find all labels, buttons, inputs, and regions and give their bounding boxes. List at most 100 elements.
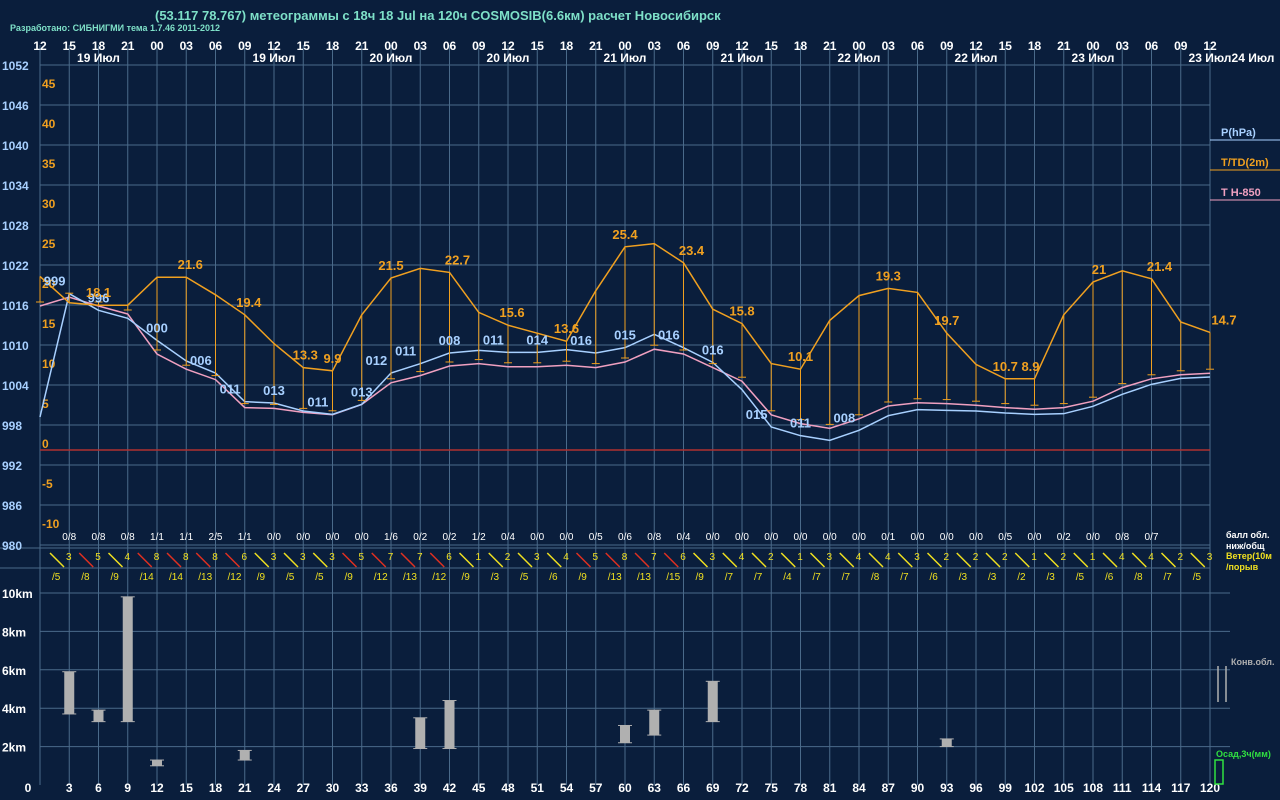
cloud-bar: [239, 750, 250, 761]
hour-tick-label: 03: [180, 39, 194, 53]
wind-gust-label: /5: [52, 572, 61, 583]
forecast-hour-label: 102: [1024, 781, 1044, 795]
hour-tick-label: 15: [999, 39, 1013, 53]
cloud-bar: [415, 717, 426, 749]
hour-tick-label: 15: [63, 39, 77, 53]
forecast-hour-label: 78: [794, 781, 808, 795]
pressure-value-label: 011: [790, 416, 811, 431]
cloud-cover-label: 0/2: [443, 532, 457, 543]
wind-mean-label: 2: [1178, 552, 1184, 563]
temperature-value-label: 21: [1092, 262, 1106, 277]
pressure-value-label: 011: [483, 332, 504, 347]
legend-clouds-line1: балл обл.: [1226, 530, 1270, 540]
hour-tick-label: 15: [765, 39, 779, 53]
temperature-value-label: 23.4: [679, 243, 705, 258]
wind-mean-label: 3: [271, 552, 277, 563]
temperature-value-label: 13.6: [554, 321, 579, 336]
cloud-cover-label: 0/0: [326, 532, 340, 543]
hour-tick-label: 06: [1145, 39, 1159, 53]
wind-mean-label: 4: [856, 552, 862, 563]
wind-arrow: [49, 552, 65, 568]
hour-tick-label: 03: [648, 39, 662, 53]
hour-tick-label: 06: [677, 39, 691, 53]
wind-arrow: [283, 552, 299, 568]
pressure-tick-label: 1010: [2, 339, 29, 353]
grid: [0, 45, 1280, 785]
forecast-hour-label: 24: [267, 781, 281, 795]
cloud-cover-label: 0/4: [501, 532, 515, 543]
cloud-bar: [707, 681, 718, 722]
cloud-cover-label: 0/0: [355, 532, 369, 543]
wind-gust-label: /5: [1193, 572, 1202, 583]
wind-arrow: [692, 552, 709, 568]
wind-arrow: [371, 552, 387, 568]
wind-mean-label: 8: [154, 552, 160, 563]
forecast-hour-label: 3: [66, 781, 73, 795]
temperature-tick-label: 15: [42, 317, 56, 331]
hour-tick-label: 21: [121, 39, 135, 53]
date-label: 22 Июл: [838, 51, 881, 65]
cloud-cover-label: 0/8: [92, 532, 106, 543]
wind-gust-label: /5: [315, 572, 324, 583]
cloud-cover-label: 0/4: [677, 532, 691, 543]
cloud-cover-label: 0/0: [823, 532, 837, 543]
wind-mean-label: 4: [1119, 552, 1125, 563]
hour-tick-label: 18: [560, 39, 574, 53]
wind-arrow: [1131, 552, 1147, 568]
wind-mean-label: 4: [739, 552, 745, 563]
legend-precip: Осад,3ч(мм): [1216, 749, 1271, 759]
wind-gust-label: /8: [81, 572, 90, 583]
height-tick-label: 2km: [2, 741, 26, 755]
cloud-bar: [64, 671, 75, 714]
forecast-hour-label: 39: [414, 781, 428, 795]
hour-tick-label: 09: [706, 39, 720, 53]
wind-arrow: [809, 552, 826, 568]
wind-gust-label: /3: [959, 572, 968, 583]
cloud-cover-label: 0/0: [969, 532, 983, 543]
date-label: 22 Июл: [955, 51, 998, 65]
wind-gust-label: /9: [579, 572, 588, 583]
forecast-hour-label: 90: [911, 781, 925, 795]
wind-arrow: [312, 552, 328, 568]
forecast-hour-label: 96: [969, 781, 983, 795]
hour-tick-label: 15: [531, 39, 545, 53]
forecast-hour-label: 9: [124, 781, 131, 795]
hour-tick-label: 03: [1116, 39, 1130, 53]
wind-gust-label: /8: [1134, 572, 1143, 583]
cloud-cover-label: 0/5: [998, 532, 1012, 543]
temperature-value-label: 9.9: [323, 351, 341, 366]
pressure-tick-label: 1022: [2, 259, 29, 273]
forecast-hour-label: 120: [1200, 781, 1220, 795]
forecast-hour-label: 33: [355, 781, 369, 795]
wind-arrow: [517, 552, 533, 568]
wind-arrow: [663, 552, 679, 568]
pressure-value-label: 008: [834, 410, 856, 425]
temperature-value-label: 22.7: [445, 252, 470, 267]
wind-arrow: [1102, 552, 1118, 568]
forecast-hour-label: 87: [882, 781, 896, 795]
date-label: 19 Июл: [77, 51, 120, 65]
wind-arrow: [137, 552, 153, 568]
forecast-hour-label: 84: [852, 781, 866, 795]
legend-wind-line2: /порыв: [1226, 562, 1259, 572]
cloud-cover-label: 0/0: [794, 532, 808, 543]
wind-mean-label: 1: [476, 552, 482, 563]
forecast-hour-label: 51: [531, 781, 545, 795]
wind-mean-label: 7: [651, 552, 657, 563]
wind-mean-label: 3: [300, 552, 306, 563]
wind-arrow: [458, 552, 475, 568]
wind-gust-label: /2: [1017, 572, 1026, 583]
cloud-cover-label: 0/0: [1028, 532, 1042, 543]
temperature-value-label: 10.7: [993, 359, 1018, 374]
pressure-value-label: 999: [44, 274, 66, 289]
forecast-hour-label: 81: [823, 781, 837, 795]
wind-mean-label: 6: [446, 552, 452, 563]
pressure-tick-label: 1004: [2, 379, 29, 393]
temperature-tick-label: 25: [42, 237, 56, 251]
forecast-hour-label: 48: [501, 781, 515, 795]
wind-gust-label: /12: [228, 572, 242, 583]
wind-arrow: [254, 552, 270, 568]
pressure-tick-label: 1052: [2, 59, 29, 73]
temperature-value-label: 19.3: [876, 268, 901, 283]
temperature-value-label: 19.7: [934, 313, 959, 328]
